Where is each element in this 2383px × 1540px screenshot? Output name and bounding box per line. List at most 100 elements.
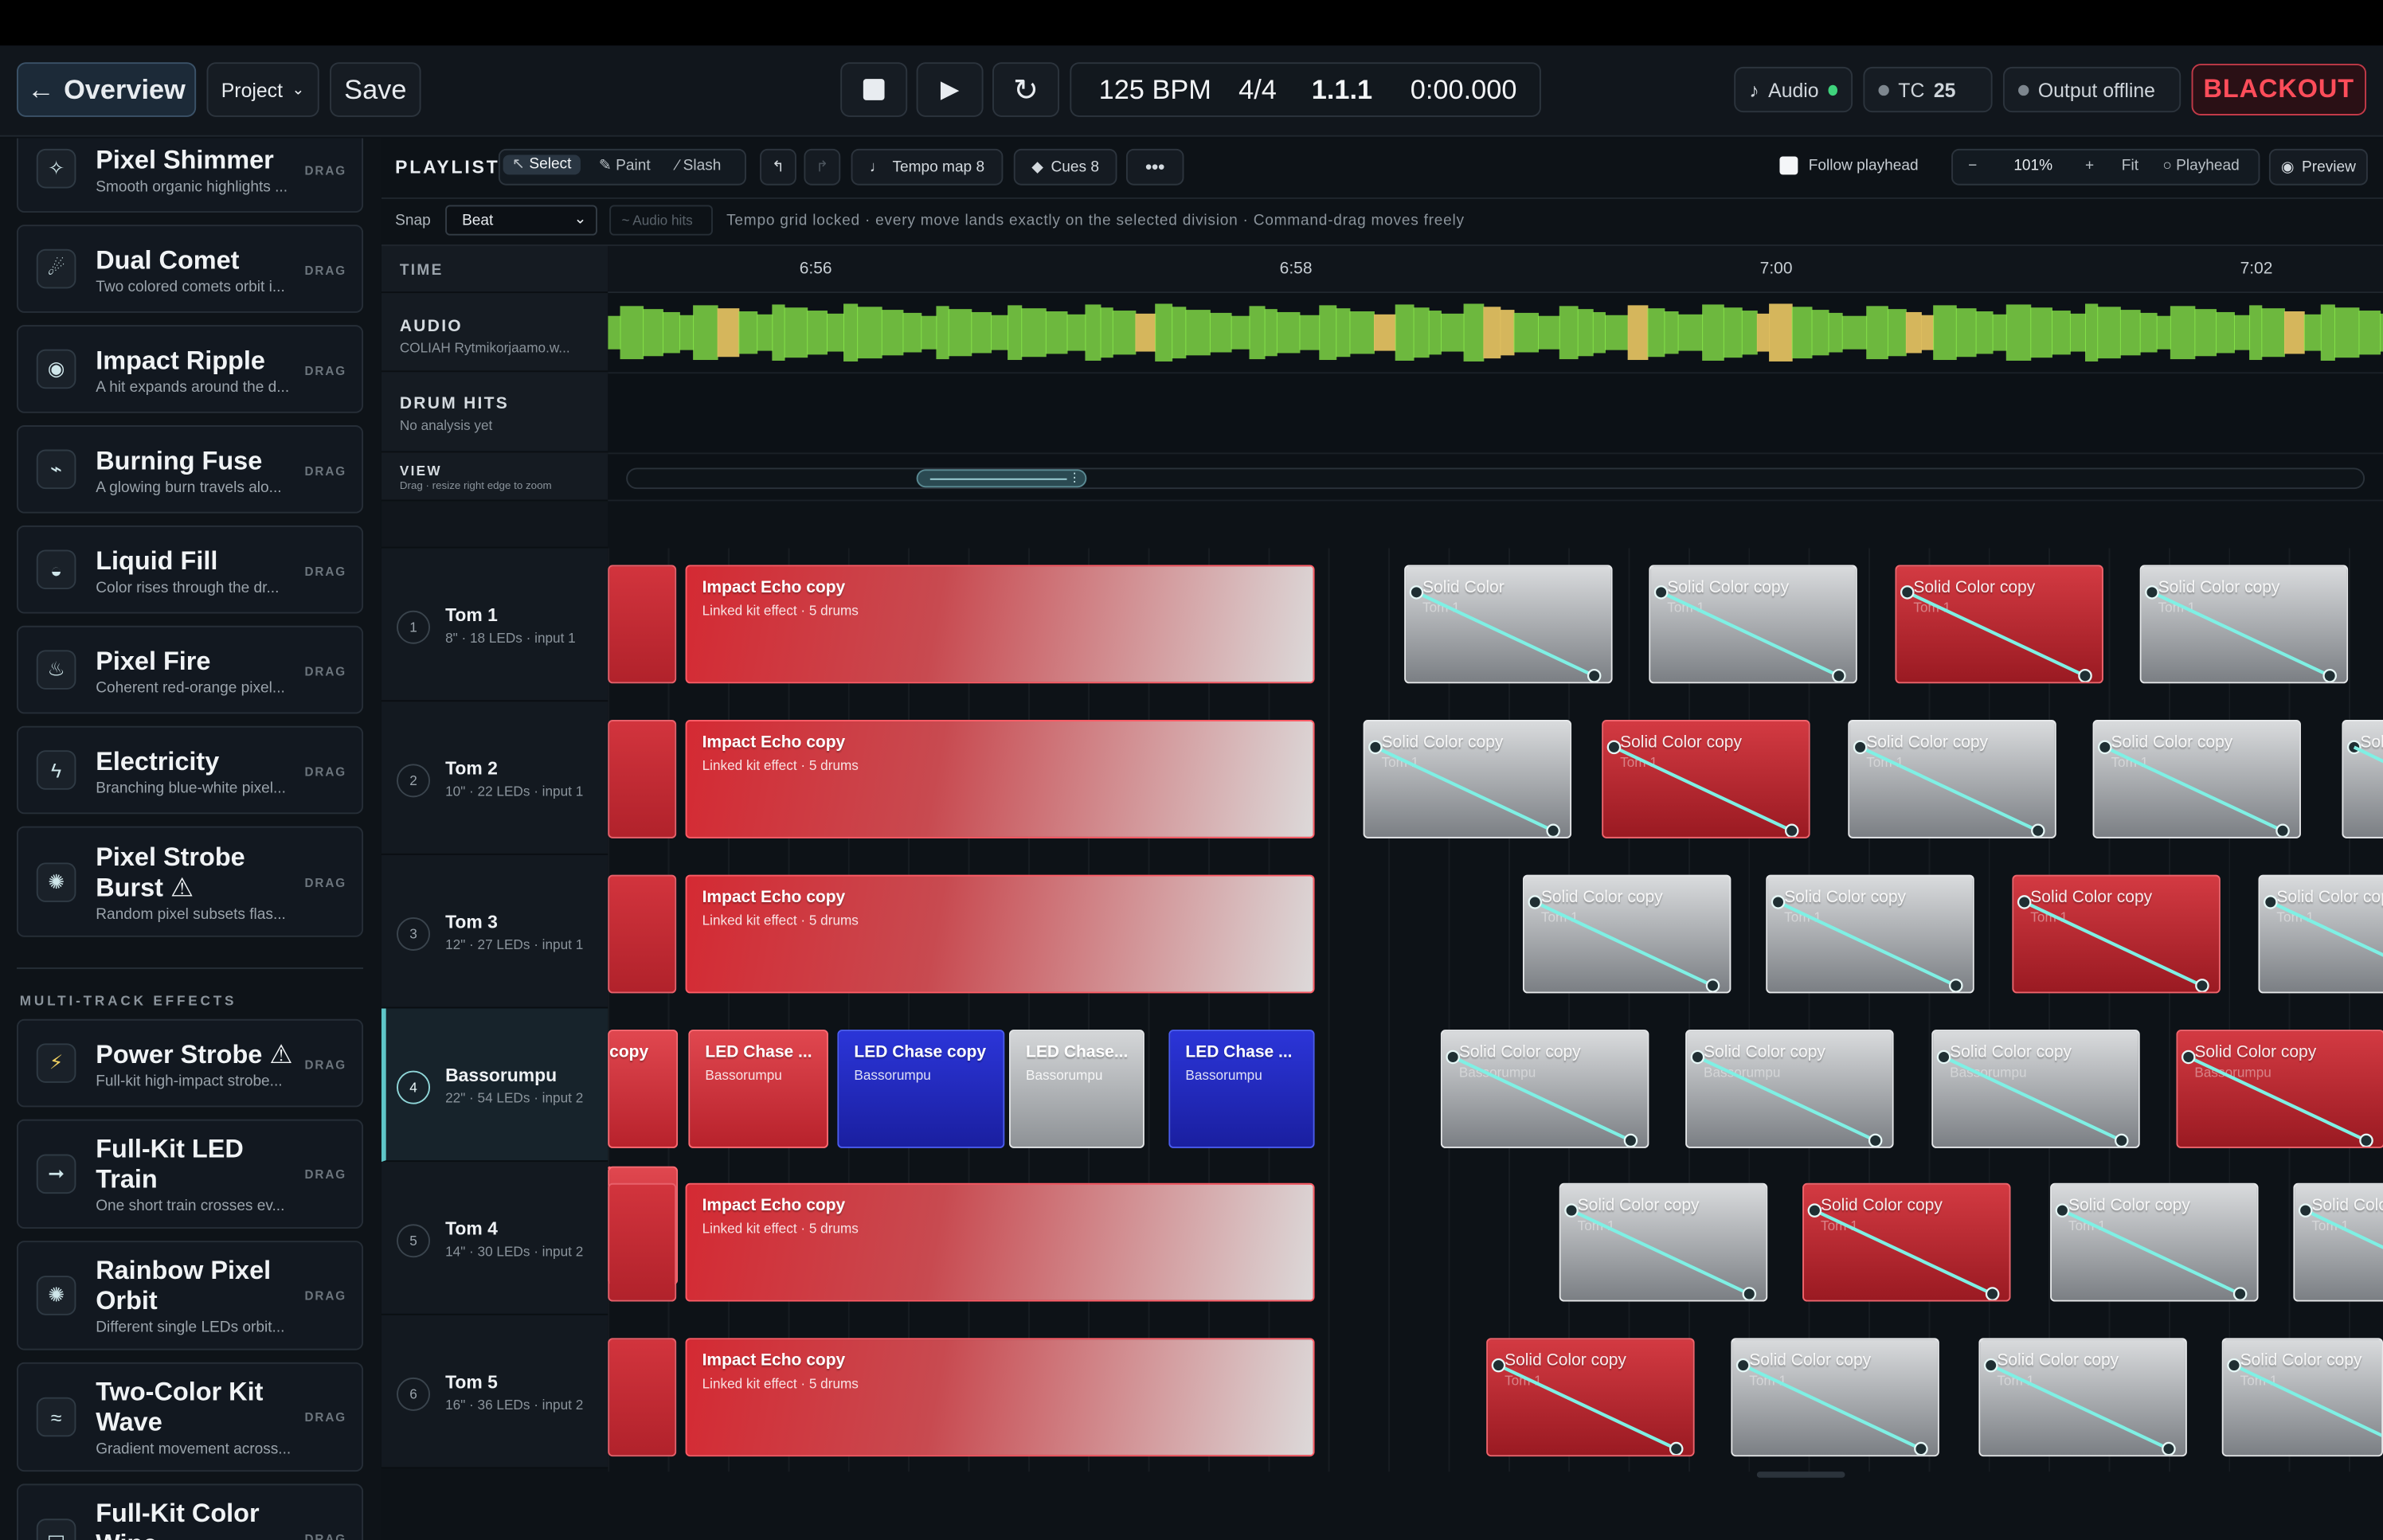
fit-button[interactable]: Fit (2122, 158, 2138, 174)
horizontal-scrollbar[interactable] (382, 1472, 2383, 1478)
time-signature-readout[interactable]: 4/4 (1238, 74, 1277, 106)
undo-button[interactable]: ↰ (760, 148, 796, 186)
clip-led-chase-copy[interactable]: LED Chase copy Bassorumpu (837, 1030, 1005, 1148)
effect-card-impact-ripple[interactable]: ◉ Impact Ripple A hit expands around the… (16, 325, 364, 413)
clip-solid-color-copy[interactable]: Solid Color copy Tom 1 (1802, 1182, 2011, 1302)
effect-card-pixel-fire[interactable]: ♨ Pixel Fire Coherent red-orange pixel..… (16, 625, 364, 714)
track-header-bassorumpu[interactable]: 4 Bassorumpu 22" · 54 LEDs · input 2 (381, 1008, 608, 1163)
fade-curve[interactable] (1933, 1031, 2140, 1148)
fade-curve[interactable] (1488, 1339, 1695, 1456)
fade-curve[interactable] (2142, 566, 2349, 683)
clip-solid-color-copy[interactable]: Solid Color copy Tom 1 (1486, 1338, 1695, 1457)
save-button[interactable]: Save (330, 62, 421, 117)
bpm-readout[interactable]: 125 BPM (1099, 74, 1211, 106)
clip-solid-color-copy[interactable]: Solid Color copy Bassorumpu (1440, 1030, 1649, 1148)
effect-card-pixel-strobe-burst[interactable]: ✺ Pixel Strobe Burst ⚠ Random pixel subs… (16, 826, 364, 937)
clip-solid-color-copy[interactable]: Solid Color copy Tom 1 (1848, 720, 2056, 838)
clip-solid-color-copy[interactable]: Solid Color copy Tom 1 (1766, 874, 1974, 994)
fade-curve[interactable] (2013, 877, 2221, 994)
clip-solid-color-copy[interactable]: Solid Color copy Bassorumpu (1931, 1030, 2140, 1148)
fade-curve[interactable] (1804, 1185, 2011, 1302)
clip-solid-color-copy-partial[interactable]: Solid Color copy (2342, 720, 2383, 838)
effect-card-pixel-shimmer[interactable]: ✧ Pixel Shimmer Smooth organic highlight… (16, 138, 364, 213)
preview-button[interactable]: ◉ Preview (2268, 148, 2368, 186)
fade-curve[interactable] (1896, 566, 2103, 683)
fade-curve[interactable] (1687, 1031, 1894, 1148)
clip-stub[interactable] (608, 720, 677, 838)
clip-impact-echo[interactable]: Impact Echo copy Linked kit effect · 5 d… (685, 1338, 1315, 1457)
clip-stub[interactable] (608, 1182, 677, 1302)
fade-curve[interactable] (1603, 721, 1810, 838)
fade-curve[interactable] (1980, 1339, 2187, 1456)
project-menu-button[interactable]: Project ⌄ (206, 62, 319, 117)
blackout-button[interactable]: BLACKOUT (2191, 64, 2367, 115)
clip-solid-color-copy[interactable]: Solid Color copy Tom 1 (2012, 874, 2221, 994)
fade-curve[interactable] (2094, 721, 2301, 838)
loop-button[interactable]: ↻ (992, 62, 1059, 117)
paint-tool-button[interactable]: ✎ Paint (599, 158, 651, 174)
track-header-tom-2[interactable]: 2 Tom 2 10" · 22 LEDs · input 1 (381, 702, 608, 855)
clip-solid-color-copy[interactable]: Solid Color copy Tom 1 (2139, 565, 2349, 684)
effect-card-power-strobe[interactable]: ⚡ Power Strobe ⚠ Full-kit high-impact st… (16, 1018, 364, 1108)
fade-curve[interactable] (1561, 1185, 1768, 1302)
fade-curve[interactable] (2224, 1339, 2383, 1456)
clip-solid-color-copy[interactable]: Solid Color copy Tom 1 (1978, 1338, 2187, 1457)
zoom-out-button[interactable]: − (1968, 158, 1977, 174)
clip-stub[interactable] (608, 565, 677, 684)
view-scrollbar[interactable]: ⋮ (626, 467, 2365, 490)
fade-curve[interactable] (1406, 566, 1613, 683)
clip-led-chase-copy[interactable]: LED Chase... Bassorumpu (1009, 1030, 1145, 1148)
clip-solid-color-copy[interactable]: Solid Color copy Tom 1 (1522, 874, 1731, 994)
clip-stub[interactable] (608, 874, 677, 994)
more-button[interactable]: ••• (1125, 148, 1184, 186)
playhead-button[interactable]: ○ Playhead (2162, 158, 2239, 174)
effect-card-full-kit-color-wipe[interactable]: ▭ Full-Kit Color Wipe DRAG (16, 1483, 364, 1540)
clip-led-chase[interactable]: LED Chase ... Bassorumpu (1168, 1030, 1315, 1148)
clip-impact-echo[interactable]: Impact Echo copy Linked kit effect · 5 d… (685, 1182, 1315, 1302)
clip-impact-echo[interactable]: Impact Echo copy Linked kit effect · 5 d… (685, 874, 1315, 994)
track-header-tom-5[interactable]: 6 Tom 5 16" · 36 LEDs · input 2 (381, 1315, 608, 1469)
clip-led-chase[interactable]: LED Chase ... Bassorumpu (688, 1030, 828, 1148)
output-status-button[interactable]: Output offline (2002, 66, 2181, 113)
effect-card-electricity[interactable]: ϟ Electricity Branching blue-white pixel… (16, 725, 364, 815)
clip-solid-color-copy-partial[interactable]: Solid Color copy Tom 1 (2258, 874, 2383, 994)
clip-solid-color[interactable]: Solid Color Tom 1 (1404, 565, 1613, 684)
play-button[interactable]: ▶ (916, 62, 984, 117)
fade-curve[interactable] (1524, 877, 1731, 994)
clip-solid-color-copy[interactable]: Solid Color copy Tom 1 (1731, 1338, 1939, 1457)
timecode-fps-button[interactable]: TC 25 (1863, 66, 1993, 113)
track-header-tom-4[interactable]: 5 Tom 4 14" · 30 LEDs · input 2 (381, 1162, 608, 1315)
zoom-in-button[interactable]: + (2085, 158, 2094, 174)
timeline-grid[interactable] (608, 548, 2383, 1472)
clip-solid-color-copy[interactable]: Solid Color copy Bassorumpu (1685, 1030, 1894, 1148)
clip-solid-color-copy[interactable]: Solid Color copy Tom 1 (2092, 720, 2301, 838)
tempo-map-button[interactable]: ♩ Tempo map 8 (851, 148, 1004, 186)
redo-button[interactable]: ↱ (804, 148, 841, 186)
fade-curve[interactable] (1732, 1339, 1939, 1456)
clip-solid-color-copy[interactable]: Solid Color copy Tom 1 (1559, 1182, 1768, 1302)
clip-solid-color-copy[interactable]: Solid Color copy Bassorumpu (2176, 1030, 2383, 1148)
clip-solid-color-copy[interactable]: Solid Color copy Tom 1 (2050, 1182, 2259, 1302)
fade-curve[interactable] (2178, 1031, 2383, 1148)
clip-impact-echo[interactable]: Impact Echo copy Linked kit effect · 5 d… (685, 720, 1315, 838)
select-tool-button[interactable]: ↖ Select (503, 154, 581, 175)
fade-curve[interactable] (2052, 1185, 2259, 1302)
effect-card-rainbow-pixel-orbit[interactable]: ✺ Rainbow Pixel Orbit Different single L… (16, 1241, 364, 1350)
effect-card-dual-comet[interactable]: ☄ Dual Comet Two colored comets orbit i.… (16, 225, 364, 313)
snap-select[interactable]: Beat ⌄ (445, 205, 597, 236)
effect-card-burning-fuse[interactable]: ⌁ Burning Fuse A glowing burn travels al… (16, 425, 364, 514)
slash-tool-button[interactable]: ∕ Slash (676, 158, 721, 174)
overview-button[interactable]: ← Overview (16, 62, 197, 117)
clip-stub[interactable] (608, 1338, 677, 1457)
clip-solid-color-copy[interactable]: Solid Color copy Tom 1 (1649, 565, 1857, 684)
fade-curve[interactable] (1849, 721, 2056, 838)
fade-curve[interactable] (1650, 566, 1857, 683)
fade-curve[interactable] (2343, 721, 2383, 838)
time-ruler[interactable]: 6:56 6:58 7:00 7:02 (608, 245, 2383, 294)
audio-hits-button[interactable]: ~ Audio hits (609, 205, 713, 236)
audio-waveform-lane[interactable] (608, 293, 2383, 373)
follow-playhead-checkbox[interactable] (1779, 156, 1798, 175)
effect-card-full-kit-led-train[interactable]: ➞ Full-Kit LED Train One short train cro… (16, 1119, 364, 1229)
fade-curve[interactable] (2295, 1185, 2383, 1302)
horizontal-scrollbar-thumb[interactable] (1756, 1472, 1845, 1478)
